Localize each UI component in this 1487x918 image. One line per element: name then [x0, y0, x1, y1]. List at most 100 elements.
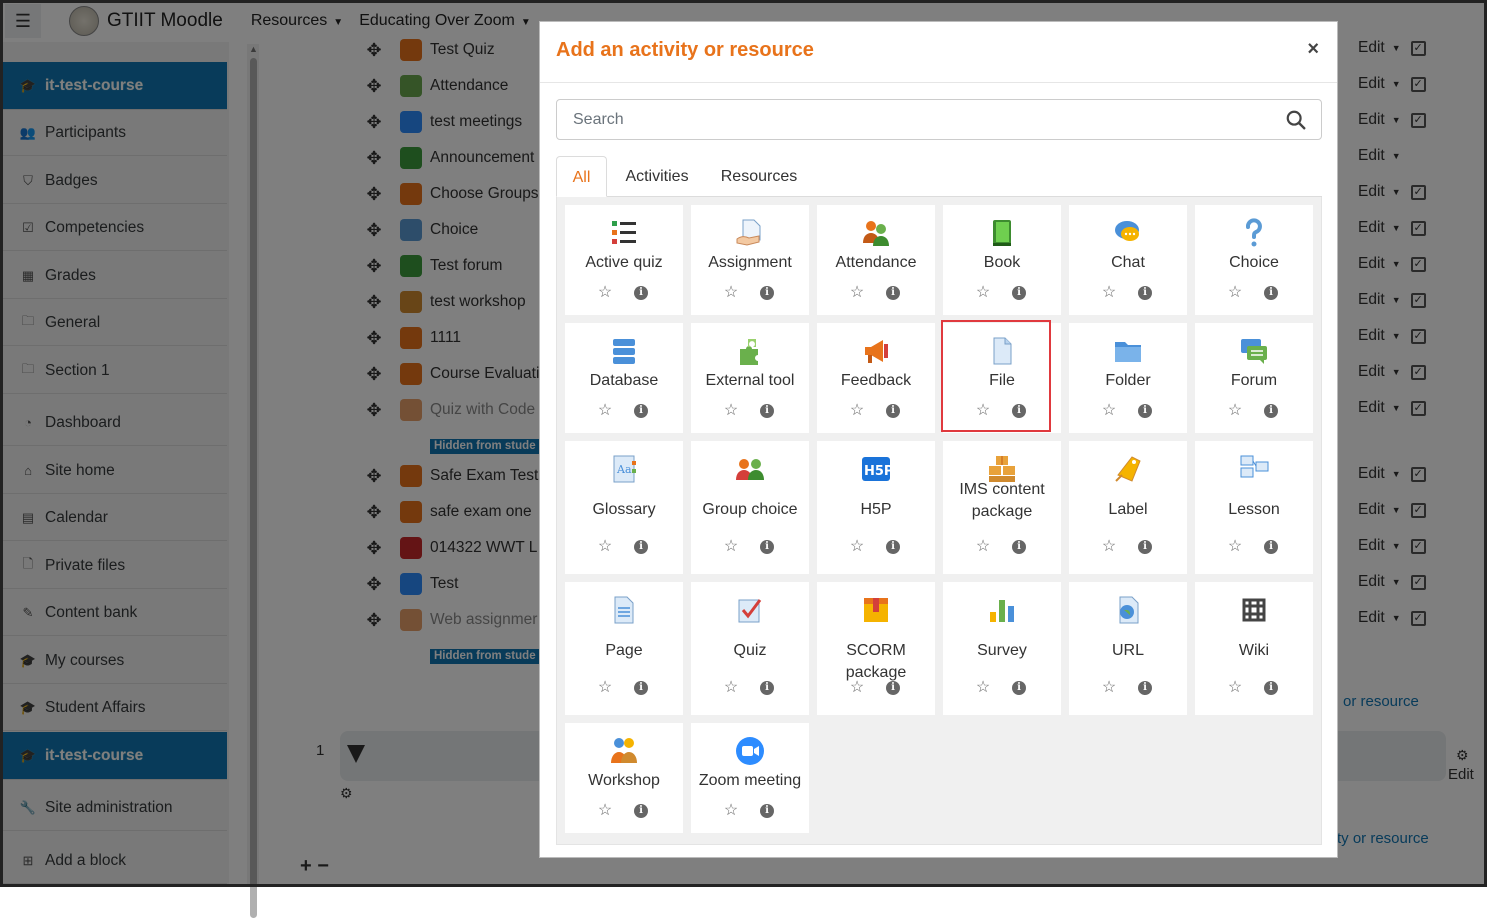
star-icon[interactable]: ☆ [723, 803, 739, 819]
activity-name: Folder [1105, 372, 1151, 389]
scorm-icon [860, 594, 892, 626]
activity-tile-choice[interactable]: Choice ☆ i [1195, 205, 1313, 315]
info-icon[interactable]: i [634, 404, 648, 418]
activity-tile-chat[interactable]: Chat ☆ i [1069, 205, 1187, 315]
info-icon[interactable]: i [886, 540, 900, 554]
folder-icon [1112, 335, 1144, 367]
activity-name: Label [1108, 501, 1148, 518]
activity-tile-url[interactable]: URL ☆ i [1069, 582, 1187, 715]
info-icon[interactable]: i [760, 804, 774, 818]
activity-tile-workshop[interactable]: Workshop ☆ i [565, 723, 683, 833]
star-icon[interactable]: ☆ [597, 539, 613, 555]
search-box [556, 99, 1322, 140]
activity-tile-label[interactable]: Label ☆ i [1069, 441, 1187, 574]
info-icon[interactable]: i [1138, 404, 1152, 418]
activity-tile-quiz[interactable]: Quiz ☆ i [691, 582, 809, 715]
close-icon[interactable]: × [1307, 38, 1319, 61]
activity-name: Choice [1229, 254, 1279, 271]
info-icon[interactable]: i [886, 681, 900, 695]
star-icon[interactable]: ☆ [849, 680, 865, 696]
info-icon[interactable]: i [886, 404, 900, 418]
star-icon[interactable]: ☆ [1101, 539, 1117, 555]
star-icon[interactable]: ☆ [975, 539, 991, 555]
label-icon [1112, 453, 1144, 485]
activity-name: Chat [1111, 254, 1145, 271]
activity-tile-group-choice[interactable]: Group choice ☆ i [691, 441, 809, 574]
activity-tile-wiki[interactable]: Wiki ☆ i [1195, 582, 1313, 715]
info-icon[interactable]: i [1138, 681, 1152, 695]
activity-tile-scorm-package[interactable]: SCORM package ☆ i [817, 582, 935, 715]
activity-tile-forum[interactable]: Forum ☆ i [1195, 323, 1313, 433]
star-icon[interactable]: ☆ [597, 803, 613, 819]
activity-tile-attendance[interactable]: Attendance ☆ i [817, 205, 935, 315]
tab-activities[interactable]: Activities [611, 156, 703, 197]
info-icon[interactable]: i [886, 286, 900, 300]
chat-icon [1112, 217, 1144, 249]
info-icon[interactable]: i [760, 681, 774, 695]
star-icon[interactable]: ☆ [1227, 285, 1243, 301]
activity-tile-glossary[interactable]: Aa Glossary ☆ i [565, 441, 683, 574]
activity-tile-ims-content-package[interactable]: IMS content package ☆ i [943, 441, 1061, 574]
wiki-icon [1238, 594, 1270, 626]
workshop-icon [608, 735, 640, 767]
star-icon[interactable]: ☆ [1101, 285, 1117, 301]
activity-name: External tool [705, 372, 795, 389]
activity-tile-page[interactable]: Page ☆ i [565, 582, 683, 715]
info-icon[interactable]: i [1264, 286, 1278, 300]
info-icon[interactable]: i [1264, 540, 1278, 554]
activity-tile-external-tool[interactable]: External tool ☆ i [691, 323, 809, 433]
star-icon[interactable]: ☆ [1227, 403, 1243, 419]
info-icon[interactable]: i [1012, 681, 1026, 695]
star-icon[interactable]: ☆ [597, 285, 613, 301]
info-icon[interactable]: i [760, 404, 774, 418]
activity-name: SCORM package [845, 642, 907, 681]
activity-tile-active-quiz[interactable]: Active quiz ☆ i [565, 205, 683, 315]
activity-tile-folder[interactable]: Folder ☆ i [1069, 323, 1187, 433]
info-icon[interactable]: i [634, 804, 648, 818]
activity-tile-feedback[interactable]: Feedback ☆ i [817, 323, 935, 433]
star-icon[interactable]: ☆ [1227, 680, 1243, 696]
activity-tile-h5p[interactable]: H5P H5P ☆ i [817, 441, 935, 574]
star-icon[interactable]: ☆ [723, 680, 739, 696]
star-icon[interactable]: ☆ [723, 539, 739, 555]
activity-tile-lesson[interactable]: Lesson ☆ i [1195, 441, 1313, 574]
activity-tile-book[interactable]: Book ☆ i [943, 205, 1061, 315]
activity-name: Zoom meeting [698, 772, 802, 789]
star-icon[interactable]: ☆ [597, 680, 613, 696]
info-icon[interactable]: i [634, 286, 648, 300]
star-icon[interactable]: ☆ [849, 285, 865, 301]
star-icon[interactable]: ☆ [723, 285, 739, 301]
info-icon[interactable]: i [1264, 681, 1278, 695]
star-icon[interactable]: ☆ [975, 680, 991, 696]
url-icon [1112, 594, 1144, 626]
page-icon [608, 594, 640, 626]
star-icon[interactable]: ☆ [1101, 680, 1117, 696]
info-icon[interactable]: i [1138, 286, 1152, 300]
star-icon[interactable]: ☆ [849, 539, 865, 555]
info-icon[interactable]: i [1138, 540, 1152, 554]
h5p-icon: H5P [860, 453, 893, 485]
star-icon[interactable]: ☆ [1227, 539, 1243, 555]
info-icon[interactable]: i [634, 681, 648, 695]
tab-resources[interactable]: Resources [709, 156, 809, 197]
star-icon[interactable]: ☆ [723, 403, 739, 419]
star-icon[interactable]: ☆ [1101, 403, 1117, 419]
info-icon[interactable]: i [760, 540, 774, 554]
search-icon[interactable] [1285, 109, 1307, 131]
star-icon[interactable]: ☆ [597, 403, 613, 419]
search-input[interactable] [558, 101, 1278, 138]
chooser-tabs: All Activities Resources [556, 156, 1322, 197]
star-icon[interactable]: ☆ [849, 403, 865, 419]
star-icon[interactable]: ☆ [975, 285, 991, 301]
info-icon[interactable]: i [760, 286, 774, 300]
activity-name: Feedback [840, 372, 912, 389]
info-icon[interactable]: i [1012, 286, 1026, 300]
info-icon[interactable]: i [1264, 404, 1278, 418]
activity-tile-assignment[interactable]: Assignment ☆ i [691, 205, 809, 315]
activity-tile-database[interactable]: Database ☆ i [565, 323, 683, 433]
tab-all[interactable]: All [556, 156, 607, 197]
activity-tile-zoom-meeting[interactable]: Zoom meeting ☆ i [691, 723, 809, 833]
info-icon[interactable]: i [634, 540, 648, 554]
activity-tile-survey[interactable]: Survey ☆ i [943, 582, 1061, 715]
info-icon[interactable]: i [1012, 540, 1026, 554]
